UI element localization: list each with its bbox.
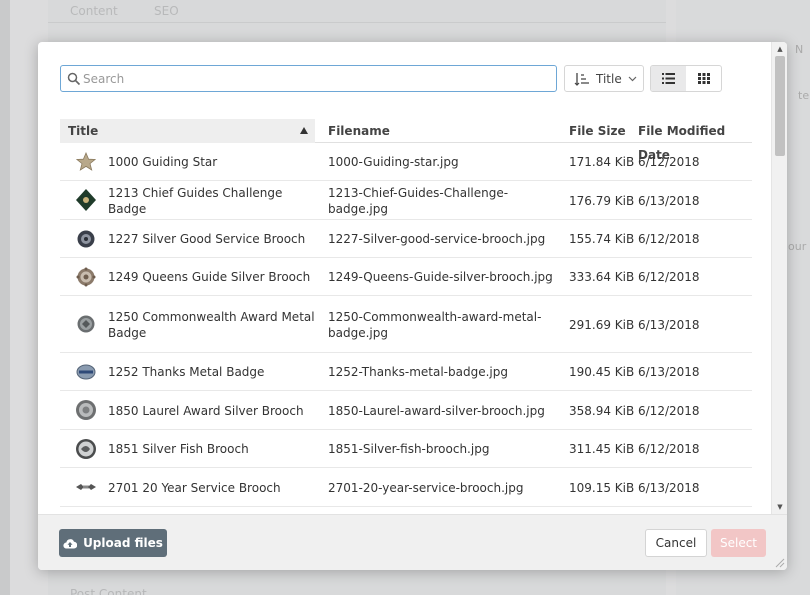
column-header-title[interactable]: Title [60, 119, 315, 143]
row-file-size: 155.74 KiB [569, 232, 635, 246]
row-filename: 1252-Thanks-metal-badge.jpg [328, 365, 508, 379]
list-view-button[interactable] [651, 66, 686, 91]
row-title: 1227 Silver Good Service Brooch [108, 232, 306, 246]
table-row[interactable]: 1850 Laurel Award Silver Brooch 1850-Lau… [60, 391, 752, 430]
modal-body: Title [38, 42, 771, 514]
sort-ascending-icon [574, 72, 589, 86]
row-file-size: 333.64 KiB [569, 270, 635, 284]
table-row[interactable]: 1000 Guiding Star 1000-Guiding-star.jpg … [60, 143, 752, 181]
column-header-modified-date[interactable]: File Modified Date [638, 119, 752, 162]
row-title: 1252 Thanks Metal Badge [108, 365, 265, 379]
scrollbar-thumb[interactable] [775, 56, 785, 156]
modal-scrollbar[interactable]: ▲ ▼ [771, 42, 787, 514]
sort-dropdown[interactable]: Title [564, 65, 644, 92]
row-filename: 1851-Silver-fish-brooch.jpg [328, 442, 490, 456]
row-file-size: 109.15 KiB [569, 480, 635, 495]
upload-files-label: Upload files [83, 536, 163, 550]
row-modified-date: 6/13/2018 [638, 480, 700, 495]
background-fragment-2: te [798, 89, 810, 102]
row-title: 2701 20 Year Service Brooch [108, 480, 281, 495]
row-filename: 1250-Commonwealth-award-metal-badge.jpg [328, 309, 542, 340]
row-file-size: 171.84 KiB [569, 155, 635, 169]
table-row[interactable]: 1249 Queens Guide Silver Brooch 1249-Que… [60, 258, 752, 296]
row-filename: 2701-20-year-service-brooch.jpg [328, 480, 524, 495]
row-filename: 1850-Laurel-award-silver-brooch.jpg [328, 403, 545, 418]
table-row[interactable]: 1227 Silver Good Service Brooch 1227-Sil… [60, 220, 752, 258]
row-file-size: 291.69 KiB [569, 317, 635, 332]
table-row[interactable]: 1213 Chief Guides Challenge Badge 1213-C… [60, 181, 752, 220]
background-tab-divider [48, 22, 666, 23]
laurel-brooch-thumbnail [75, 399, 97, 421]
background-sidebar [0, 0, 10, 595]
chevron-down-icon [628, 76, 637, 81]
background-tab-content: Content [70, 4, 118, 18]
row-modified-date: 6/13/2018 [638, 193, 700, 208]
background-fragment-1: N [795, 43, 804, 56]
row-modified-date: 6/13/2018 [638, 317, 700, 332]
row-title: 1213 Chief Guides Challenge Badge [108, 185, 283, 216]
cloud-upload-icon [63, 538, 78, 549]
round-brooch-thumbnail [75, 228, 97, 250]
row-filename: 1000-Guiding-star.jpg [328, 155, 459, 169]
row-title: 1850 Laurel Award Silver Brooch [108, 403, 304, 418]
upload-files-button[interactable]: Upload files [59, 529, 167, 557]
media-library-modal: Title [38, 42, 787, 570]
ornate-brooch-thumbnail [75, 266, 97, 288]
search-input[interactable] [83, 69, 543, 88]
background-fragment-3: our [788, 240, 807, 253]
resize-grip-icon[interactable] [773, 556, 785, 568]
column-header-file-size[interactable]: File Size [569, 119, 626, 143]
row-file-size: 190.45 KiB [569, 365, 635, 379]
select-button[interactable]: Select [711, 529, 766, 557]
row-modified-date: 6/12/2018 [638, 270, 700, 284]
scroll-down-arrow-icon[interactable]: ▼ [772, 500, 787, 514]
modal-footer: Upload files Cancel Select [38, 514, 787, 570]
row-modified-date: 6/12/2018 [638, 155, 700, 169]
row-title: 1851 Silver Fish Brooch [108, 442, 249, 456]
row-title: 1249 Queens Guide Silver Brooch [108, 270, 311, 284]
row-file-size: 358.94 KiB [569, 403, 635, 418]
row-title: 1250 Commonwealth Award Metal Badge [108, 309, 315, 340]
table-row[interactable]: 1851 Silver Fish Brooch 1851-Silver-fish… [60, 430, 752, 468]
diamond-badge-thumbnail [75, 189, 97, 211]
row-modified-date: 6/12/2018 [638, 403, 700, 418]
row-filename: 1213-Chief-Guides-Challenge-badge.jpg [328, 185, 509, 216]
row-modified-date: 6/13/2018 [638, 365, 700, 379]
row-filename: 1227-Silver-good-service-brooch.jpg [328, 232, 546, 246]
column-header-title-label: Title [68, 124, 99, 138]
sort-label: Title [596, 71, 622, 86]
fish-brooch-thumbnail [75, 438, 97, 460]
scroll-up-arrow-icon[interactable]: ▲ [772, 42, 787, 56]
row-title: 1000 Guiding Star [108, 155, 218, 169]
search-icon [67, 72, 81, 86]
list-view-icon [662, 73, 675, 84]
bar-brooch-thumbnail [75, 476, 97, 498]
row-file-size: 176.79 KiB [569, 193, 635, 208]
column-header-filename[interactable]: Filename [328, 119, 390, 143]
file-table: Title Filename File Size File Modified D… [60, 119, 752, 507]
row-modified-date: 6/12/2018 [638, 442, 700, 456]
grid-view-button[interactable] [686, 66, 721, 91]
row-filename: 1249-Queens-Guide-silver-brooch.jpg [328, 270, 553, 284]
background-post-content-label: Post Content [70, 587, 147, 595]
star-thumbnail [75, 151, 97, 173]
table-row[interactable]: 1252 Thanks Metal Badge 1252-Thanks-meta… [60, 353, 752, 391]
search-box[interactable] [60, 65, 557, 92]
metal-badge-thumbnail [75, 313, 97, 335]
row-modified-date: 6/12/2018 [638, 232, 700, 246]
cancel-button[interactable]: Cancel [645, 529, 707, 557]
row-file-size: 311.45 KiB [569, 442, 635, 456]
thanks-badge-thumbnail [75, 361, 97, 383]
grid-view-icon [697, 73, 710, 84]
background-tab-seo: SEO [154, 4, 179, 18]
table-row[interactable]: 2701 20 Year Service Brooch 2701-20-year… [60, 468, 752, 507]
view-mode-toggle [650, 65, 722, 92]
table-row[interactable]: 1250 Commonwealth Award Metal Badge 1250… [60, 296, 752, 353]
sort-arrow-up-icon [300, 127, 308, 134]
table-header: Title Filename File Size File Modified D… [60, 119, 752, 162]
